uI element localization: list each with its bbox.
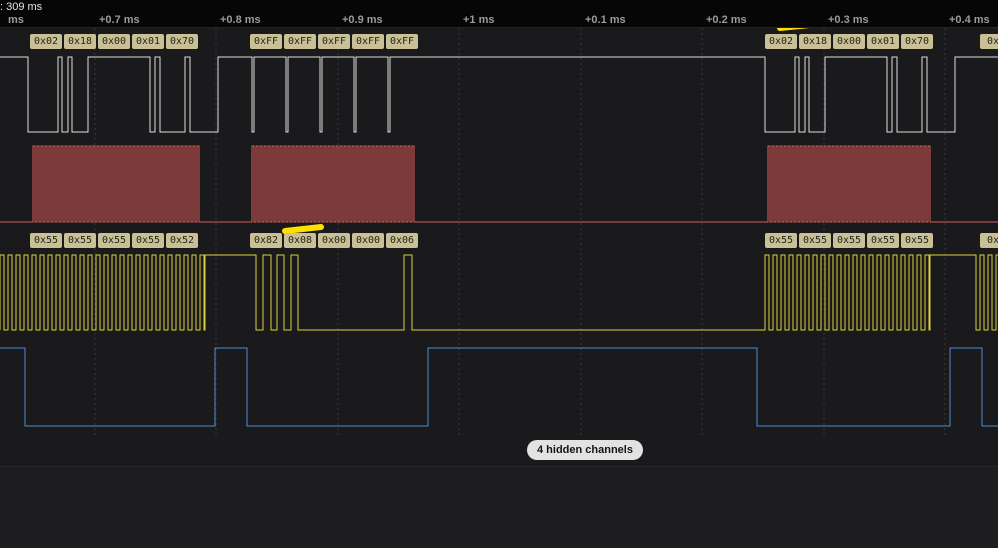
decoded-byte[interactable]: 0x01: [132, 34, 164, 49]
decoded-byte[interactable]: 0x0: [980, 34, 998, 49]
timeline-ruler[interactable]: : 309 ms ms +0.7 ms +0.8 ms +0.9 ms +1 ms +0…: [0, 0, 998, 28]
decoded-byte[interactable]: 0x55: [64, 233, 96, 248]
decoded-byte[interactable]: 0x82: [250, 233, 282, 248]
tick-label: +0.7 ms: [99, 14, 140, 26]
decoded-byte[interactable]: 0x5: [980, 233, 998, 248]
decoded-byte[interactable]: 0xFF: [352, 34, 384, 49]
decoded-byte[interactable]: 0x18: [799, 34, 831, 49]
decoded-byte[interactable]: 0x55: [799, 233, 831, 248]
decoded-byte[interactable]: 0x00: [318, 233, 350, 248]
waveform-area[interactable]: 0x020x180x000x010x700xFF0xFF0xFF0xFF0xFF…: [0, 0, 998, 548]
decoded-byte[interactable]: 0x55: [132, 233, 164, 248]
tick-label: +0.2 ms: [706, 14, 747, 26]
tick-label: +0.3 ms: [828, 14, 869, 26]
decoded-byte[interactable]: 0xFF: [386, 34, 418, 49]
channel-3-trace: [0, 348, 998, 426]
decoded-byte[interactable]: 0x00: [833, 34, 865, 49]
timeline-position-label: : 309 ms: [0, 1, 42, 13]
decoded-byte[interactable]: 0x06: [386, 233, 418, 248]
decoded-byte[interactable]: 0x01: [867, 34, 899, 49]
decoded-byte[interactable]: 0x18: [64, 34, 96, 49]
channel-0-trace: [0, 57, 998, 132]
tick-label: +0.9 ms: [342, 14, 383, 26]
logic-analyzer-view: 0x020x180x000x010x700xFF0xFF0xFF0xFF0xFF…: [0, 0, 998, 548]
hidden-channels-badge[interactable]: 4 hidden channels: [527, 440, 643, 460]
decoded-byte[interactable]: 0xFF: [318, 34, 350, 49]
gridlines: [95, 28, 945, 436]
channel-2-trace: [0, 255, 998, 330]
bottom-panel: [0, 466, 998, 548]
decoded-byte[interactable]: 0x08: [284, 233, 316, 248]
tick-label-partial: ms: [8, 14, 24, 26]
decoded-byte[interactable]: 0x55: [833, 233, 865, 248]
decoded-byte[interactable]: 0x70: [166, 34, 198, 49]
decoded-byte[interactable]: 0x52: [166, 233, 198, 248]
decoded-byte[interactable]: 0x55: [30, 233, 62, 248]
channel-1-trace: [0, 146, 998, 222]
decoded-byte[interactable]: 0x02: [765, 34, 797, 49]
decoded-byte[interactable]: 0x02: [30, 34, 62, 49]
highlighter-mark: [285, 227, 321, 231]
decoded-byte[interactable]: 0x55: [98, 233, 130, 248]
tick-label: +0.4 ms: [949, 14, 990, 26]
tick-label: +0.1 ms: [585, 14, 626, 26]
decoded-byte[interactable]: 0x70: [901, 34, 933, 49]
tick-label: +0.8 ms: [220, 14, 261, 26]
decoded-byte[interactable]: 0x00: [98, 34, 130, 49]
decoded-byte[interactable]: 0x00: [352, 233, 384, 248]
decoded-byte[interactable]: 0x55: [867, 233, 899, 248]
highlighter-annotations: [285, 23, 829, 231]
decoded-byte[interactable]: 0x55: [765, 233, 797, 248]
decoded-byte[interactable]: 0xFF: [250, 34, 282, 49]
decoded-byte[interactable]: 0x55: [901, 233, 933, 248]
decoded-byte[interactable]: 0xFF: [284, 34, 316, 49]
tick-label: +1 ms: [463, 14, 495, 26]
